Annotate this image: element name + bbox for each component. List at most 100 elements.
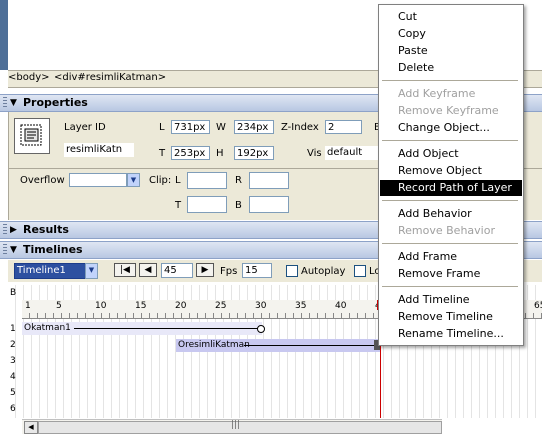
bar-label: OresimliKatman <box>178 340 250 350</box>
menu-item-add-behavior[interactable]: Add Behavior <box>380 206 522 222</box>
triangle-down-icon: ▼ <box>10 98 17 108</box>
rewind-icon[interactable]: |◀ <box>114 263 136 277</box>
left-edge-strip <box>0 0 8 70</box>
left-label: L <box>159 122 165 133</box>
menu-item-add-frame[interactable]: Add Frame <box>380 249 522 265</box>
clip-right-label: R <box>235 175 242 186</box>
width-label: W <box>216 122 226 133</box>
frame-field[interactable]: 45 <box>161 263 193 278</box>
menu-item-paste[interactable]: Paste <box>380 43 522 59</box>
scroll-thumb-grip-icon: ||| <box>231 420 241 430</box>
menu-item-change-object[interactable]: Change Object... <box>380 120 522 136</box>
row-number: 5 <box>10 388 16 398</box>
triangle-down-icon: ▼ <box>10 245 17 255</box>
menu-separator <box>382 200 518 201</box>
vis-select[interactable]: default <box>325 146 381 160</box>
ruler-tick: 30 <box>255 301 267 311</box>
timeline-context-menu: Cut Copy Paste Delete Add Keyframe Remov… <box>378 4 524 346</box>
ruler-tick: 25 <box>215 301 227 311</box>
height-field[interactable]: 192px <box>234 146 274 160</box>
back-icon[interactable]: ◀ <box>139 263 157 277</box>
grip-handle[interactable] <box>3 97 7 109</box>
row-number: 1 <box>10 324 16 334</box>
menu-item-add-object[interactable]: Add Object <box>380 146 522 162</box>
zindex-field[interactable]: 2 <box>325 120 362 134</box>
bar-line <box>244 345 374 346</box>
fps-field[interactable]: 15 <box>242 263 272 278</box>
clip-left-field[interactable] <box>187 172 227 189</box>
row-number: 4 <box>10 372 16 382</box>
results-title: Results <box>23 223 69 236</box>
menu-item-add-keyframe: Add Keyframe <box>398 87 476 100</box>
menu-separator <box>382 286 518 287</box>
forward-icon[interactable]: ▶ <box>196 263 214 277</box>
menu-item-remove-timeline[interactable]: Remove Timeline <box>380 309 522 325</box>
menu-item-add-timeline[interactable]: Add Timeline <box>380 292 522 308</box>
menu-separator <box>382 80 518 81</box>
ruler-tick: 1 <box>25 301 31 311</box>
autoplay-checkbox[interactable] <box>286 265 298 277</box>
layer-id-field[interactable]: resimliKatn <box>64 143 134 157</box>
tag-body[interactable]: <body> <box>8 72 50 83</box>
keyframe-marker[interactable] <box>257 325 265 333</box>
clip-top-field[interactable] <box>187 196 227 213</box>
ruler-tick: 10 <box>95 301 107 311</box>
menu-item-cut[interactable]: Cut <box>380 9 522 25</box>
layer-icon <box>14 118 50 154</box>
menu-separator <box>382 243 518 244</box>
top-label: T <box>159 148 166 159</box>
zindex-label: Z-Index <box>281 122 319 133</box>
overflow-label: Overflow <box>20 175 65 186</box>
menu-item-rename-timeline[interactable]: Rename Timeline... <box>380 326 522 342</box>
row-number: 3 <box>10 356 16 366</box>
ruler-tick: 40 <box>335 301 347 311</box>
grip-handle[interactable] <box>3 224 7 236</box>
clip-top-label: T <box>175 200 182 211</box>
ruler-tick: 5 <box>56 301 62 311</box>
ruler-tick: 15 <box>135 301 147 311</box>
dropdown-arrow-icon[interactable]: ▼ <box>85 263 98 279</box>
ruler-tick: 65 <box>534 301 542 311</box>
layer-id-label: Layer ID <box>64 122 106 133</box>
timeline-bar-layer1[interactable]: Okatman1 <box>22 322 265 335</box>
behavior-channel-label: B <box>10 288 17 298</box>
vis-label: Vis <box>307 148 322 159</box>
left-field[interactable]: 731px <box>171 120 210 134</box>
clip-left-label: L <box>175 175 181 186</box>
loop-checkbox[interactable] <box>354 265 366 277</box>
width-field[interactable]: 234px <box>234 120 274 134</box>
ruler-tick: 35 <box>295 301 307 311</box>
clip-bottom-label: B <box>235 200 242 211</box>
top-field[interactable]: 253px <box>171 146 210 160</box>
scroll-thumb[interactable]: ||| <box>38 420 442 434</box>
timelines-title: Timelines <box>23 243 83 256</box>
menu-item-remove-keyframe: Remove Keyframe <box>398 104 499 117</box>
menu-item-remove-behavior: Remove Behavior <box>398 224 495 237</box>
clip-label: Clip: <box>149 175 172 186</box>
properties-title: Properties <box>23 96 88 109</box>
bar-label: Okatman1 <box>24 323 71 333</box>
fps-label: Fps <box>220 266 238 277</box>
triangle-right-icon: ▶ <box>10 225 17 235</box>
menu-item-remove-object[interactable]: Remove Object <box>380 163 522 179</box>
autoplay-label: Autoplay <box>301 266 346 277</box>
row-number: 2 <box>10 340 16 350</box>
dropdown-arrow-icon[interactable]: ▼ <box>127 173 140 187</box>
height-label: H <box>216 148 224 159</box>
clip-bottom-field[interactable] <box>249 196 289 213</box>
row-number: 6 <box>10 404 16 414</box>
menu-item-delete[interactable]: Delete <box>380 60 522 76</box>
timeline-bar-layer2[interactable]: OresimliKatman <box>176 339 381 352</box>
clip-right-field[interactable] <box>249 172 289 189</box>
tag-div[interactable]: <div#resimliKatman> <box>54 72 166 83</box>
bar-line <box>74 328 258 329</box>
grip-handle[interactable] <box>3 244 7 256</box>
menu-item-record-path[interactable]: Record Path of Layer <box>380 180 522 196</box>
overflow-select[interactable] <box>69 173 127 187</box>
menu-separator <box>382 140 518 141</box>
timeline-select[interactable]: Timeline1 <box>14 263 86 279</box>
timeline-scrollbar[interactable]: ◀ ||| <box>22 419 442 434</box>
scroll-left-icon[interactable]: ◀ <box>24 421 38 434</box>
menu-item-remove-frame[interactable]: Remove Frame <box>380 266 522 282</box>
menu-item-copy[interactable]: Copy <box>380 26 522 42</box>
